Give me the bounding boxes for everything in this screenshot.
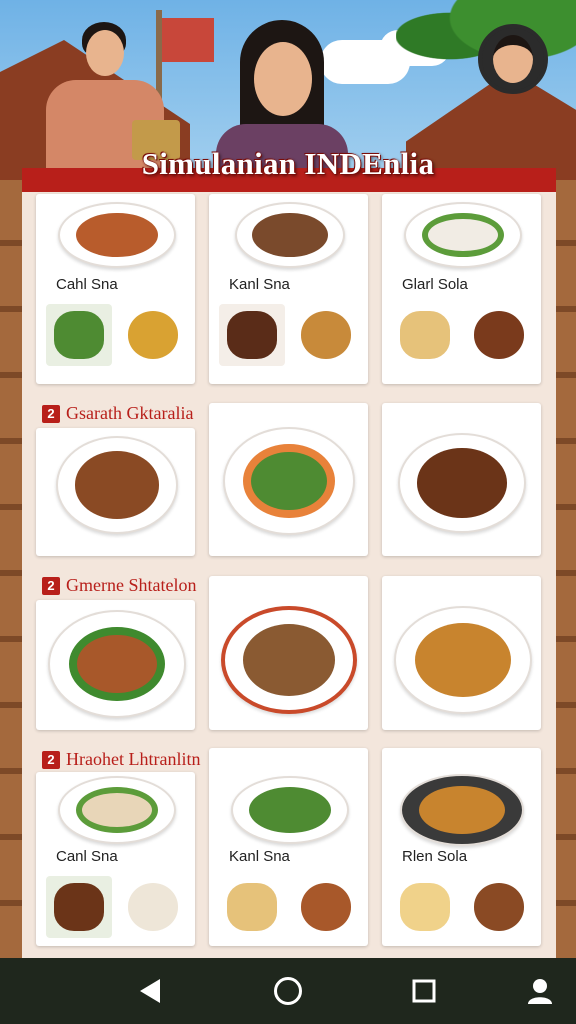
card-label: Cahl Sna	[56, 276, 118, 293]
section-number: 2	[42, 750, 60, 769]
back-button[interactable]	[132, 973, 168, 1009]
dish-image	[58, 202, 176, 268]
dish-image	[235, 202, 345, 268]
thumb-image	[219, 304, 285, 366]
profile-button[interactable]	[522, 973, 558, 1009]
section-number: 2	[42, 404, 60, 423]
dish-image	[398, 433, 526, 533]
card-label: Kanl Sna	[229, 848, 290, 865]
food-card[interactable]: Kanl Sna	[209, 748, 368, 946]
profile-avatar[interactable]	[478, 24, 548, 94]
section-title: 2 Gmerne Shtatelon	[42, 575, 196, 596]
thumb-image	[46, 304, 112, 366]
section-label: Hraohet Lhtranlitn	[66, 749, 201, 769]
food-card[interactable]: Cahl Sna	[36, 194, 195, 384]
dish-image	[221, 606, 357, 714]
card-label: Canl Sna	[56, 848, 118, 865]
section-title: 2 Hraohet Lhtranlitn	[42, 749, 200, 770]
food-card[interactable]	[36, 600, 195, 730]
dish-image	[48, 610, 186, 718]
card-label: Kanl Sna	[229, 276, 290, 293]
dish-image	[231, 776, 349, 844]
food-card[interactable]: Kanl Sna	[209, 194, 368, 384]
food-card[interactable]	[382, 576, 541, 730]
section-label: Gsarath Gktaralia	[66, 403, 194, 423]
food-card[interactable]	[209, 403, 368, 556]
section-number: 2	[42, 576, 60, 595]
thumb-image	[219, 876, 285, 938]
thumb-image	[466, 876, 532, 938]
food-card[interactable]	[209, 576, 368, 730]
food-card[interactable]: Glarl Sola	[382, 194, 541, 384]
home-icon	[274, 977, 302, 1005]
thumb-image	[466, 304, 532, 366]
dish-image	[400, 774, 524, 846]
navigation-bar	[0, 958, 576, 1024]
food-card[interactable]	[36, 428, 195, 556]
dish-image	[223, 427, 355, 535]
avatar-face	[493, 35, 533, 83]
dish-image	[404, 202, 522, 268]
section-label: Gmerne Shtatelon	[66, 575, 197, 595]
thumb-image	[392, 876, 458, 938]
dish-image	[394, 606, 532, 714]
thumb-image	[120, 304, 186, 366]
back-icon	[140, 979, 160, 1003]
card-label: Glarl Sola	[402, 276, 468, 293]
recents-button[interactable]	[406, 973, 442, 1009]
card-label: Rlen Sola	[402, 848, 468, 865]
thumb-image	[293, 304, 359, 366]
dish-image	[56, 436, 178, 534]
home-button[interactable]	[270, 973, 306, 1009]
recents-icon	[412, 979, 436, 1003]
app-title: Simulanian INDEnlia	[141, 146, 435, 181]
thumb-image	[293, 876, 359, 938]
thumb-image	[46, 876, 112, 938]
dish-image	[58, 776, 176, 844]
thumb-image	[392, 304, 458, 366]
food-card[interactable]: Rlen Sola	[382, 748, 541, 946]
profile-icon	[528, 979, 552, 1004]
food-card[interactable]: Canl Sna	[36, 772, 195, 946]
section-title: 2 Gsarath Gktaralia	[42, 403, 193, 424]
food-card[interactable]	[382, 403, 541, 556]
thumb-image	[120, 876, 186, 938]
